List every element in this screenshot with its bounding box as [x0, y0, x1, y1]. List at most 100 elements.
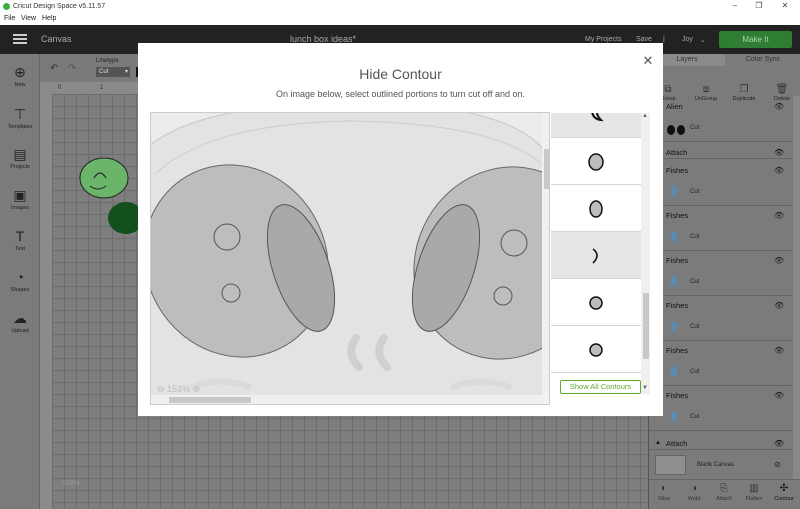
crescent-contour-icon: [592, 248, 598, 264]
contour-item-circle[interactable]: [551, 138, 641, 185]
trash-icon: 🗑: [775, 84, 789, 95]
header-separator: |: [663, 36, 665, 43]
eye-icon[interactable]: 👁: [774, 391, 784, 400]
layer-fishes[interactable]: ▼ Fishes 👁 Cut: [649, 387, 793, 431]
contour-item-curl[interactable]: [551, 113, 641, 138]
contour-preview[interactable]: ⊖ 153% ⊕: [150, 112, 550, 405]
undo-icon[interactable]: ↶: [50, 63, 58, 74]
layer-title: Fishes: [666, 256, 689, 265]
layer-fishes[interactable]: ▼ Fishes 👁 Cut: [649, 342, 793, 386]
layer-fishes[interactable]: ▼ Fishes 👁 Cut: [649, 252, 793, 296]
blank-canvas-label: Blank Canvas: [697, 462, 735, 468]
make-it-button[interactable]: Make It: [719, 31, 792, 48]
layer-title: Fishes: [666, 166, 689, 175]
scroll-thumb[interactable]: [169, 397, 251, 403]
menu-help[interactable]: Help: [42, 15, 56, 22]
duplicate-icon: ❐: [739, 84, 749, 95]
new-tool[interactable]: ⊕ New: [0, 64, 40, 88]
fish-thumbnail-icon: [670, 320, 678, 333]
hidden-eye-icon[interactable]: ⊘: [774, 460, 781, 469]
my-projects-link[interactable]: My Projects: [585, 36, 622, 43]
new-label: New: [14, 82, 26, 88]
canvas-zoom[interactable]: 100%: [62, 480, 80, 487]
contour-item-crescent[interactable]: [551, 232, 641, 279]
upload-label: Upload: [11, 328, 29, 334]
flatten-button[interactable]: ▥ Flatten: [739, 482, 769, 502]
preview-horizontal-scrollbar[interactable]: [151, 395, 542, 404]
shapes-label: Shapes: [10, 287, 30, 293]
layer-attach[interactable]: Attach 👁: [649, 145, 793, 159]
text-tool[interactable]: T Text: [0, 228, 40, 252]
dialog-subtitle: On image below, select outlined portions…: [276, 89, 525, 99]
eye-icon[interactable]: 👁: [774, 301, 784, 310]
slice-icon: ◐: [660, 483, 668, 494]
contour-list: [551, 113, 641, 394]
chevron-down-icon: ▾: [124, 69, 128, 75]
eye-icon[interactable]: 👁: [774, 102, 784, 111]
layer-operation: Cut: [690, 189, 700, 195]
layers-scrollbar[interactable]: [793, 96, 800, 491]
close-window-button[interactable]: ✕: [778, 1, 792, 13]
eye-icon[interactable]: 👁: [774, 166, 784, 175]
attach-button[interactable]: ⎘ Attach: [709, 482, 739, 502]
layer-fishes[interactable]: ▼ Fishes 👁 Cut: [649, 297, 793, 341]
layer-attach[interactable]: ▲ Attach 👁: [649, 436, 793, 450]
projects-tool[interactable]: ▤ Projects: [0, 146, 40, 170]
eye-icon[interactable]: 👁: [774, 346, 784, 355]
dialog-title: Hide Contour: [359, 66, 442, 82]
layer-operation: Cut: [690, 414, 700, 420]
contour-label: Contour: [774, 496, 794, 502]
hamburger-menu-icon[interactable]: [13, 34, 27, 44]
preview-vertical-scrollbar[interactable]: [542, 113, 549, 395]
left-tool-panel: ⊕ New ⊤ Templates ▤ Projects ▣ Images T Text …: [0, 54, 40, 509]
scroll-thumb[interactable]: [643, 293, 649, 359]
ruler-mark: 0: [58, 85, 62, 91]
blank-canvas-swatch[interactable]: [655, 455, 686, 475]
scroll-up-icon[interactable]: ▲: [642, 113, 648, 119]
menu-view[interactable]: View: [21, 15, 36, 22]
eye-icon[interactable]: 👁: [774, 256, 784, 265]
slice-label: Slice: [658, 496, 670, 502]
menu-file[interactable]: File: [4, 15, 15, 22]
images-tool[interactable]: ▣ Images: [0, 187, 40, 211]
layer-operation: Cut: [690, 279, 700, 285]
contour-button[interactable]: ✣ Contour: [769, 482, 799, 502]
tab-color-sync[interactable]: Color Sync: [725, 54, 800, 66]
layer-fishes[interactable]: ▼ Fishes 👁 Cut: [649, 162, 793, 206]
chevron-down-icon[interactable]: ⌄: [700, 36, 706, 44]
fish-thumbnail-icon: [670, 230, 678, 243]
layer-alien[interactable]: Alien 👁 Cut: [649, 98, 793, 142]
ungroup-icon: ⧈: [702, 84, 710, 95]
maximize-button[interactable]: ❐: [752, 1, 766, 13]
contour-item-small-circle[interactable]: [551, 279, 641, 326]
window-title: Cricut Design Space v5.11.57: [13, 3, 106, 10]
redo-icon[interactable]: ↷: [68, 63, 76, 74]
minimize-button[interactable]: –: [728, 1, 742, 13]
shapes-tool[interactable]: ◔ Shapes: [0, 269, 40, 293]
scroll-down-icon[interactable]: ▼: [642, 385, 648, 391]
layer-fishes[interactable]: ▼ Fishes 👁 Cut: [649, 207, 793, 251]
layer-operation: Cut: [690, 369, 700, 375]
contour-list-scrollbar[interactable]: ▲ ▼: [641, 113, 650, 394]
weld-button[interactable]: ◑ Weld: [679, 482, 709, 502]
linetype-select[interactable]: Cut ▾: [96, 67, 130, 77]
fish-thumbnail-icon: [670, 365, 678, 378]
eye-icon[interactable]: 👁: [774, 211, 784, 220]
slice-button[interactable]: ◐ Slice: [649, 482, 679, 502]
save-link[interactable]: Save: [636, 36, 652, 43]
upload-tool[interactable]: ☁ Upload: [0, 310, 40, 334]
templates-tool[interactable]: ⊤ Templates: [0, 106, 40, 130]
eye-icon[interactable]: 👁: [774, 439, 784, 448]
layer-title: Fishes: [666, 346, 689, 355]
contour-item-small-circle[interactable]: [551, 326, 641, 373]
scroll-thumb[interactable]: [544, 149, 549, 189]
alien-face-image[interactable]: [151, 113, 542, 395]
caret-down-icon[interactable]: ▲: [655, 440, 661, 446]
shirt-icon: ⊤: [13, 106, 27, 122]
canvas-label: Canvas: [41, 34, 72, 44]
show-all-contours-button[interactable]: Show All Contours: [560, 380, 641, 394]
user-menu[interactable]: Joy: [682, 36, 693, 43]
contour-item-oval[interactable]: [551, 185, 641, 232]
preview-zoom[interactable]: ⊖ 153% ⊕: [157, 384, 200, 395]
eye-icon[interactable]: 👁: [774, 148, 784, 157]
